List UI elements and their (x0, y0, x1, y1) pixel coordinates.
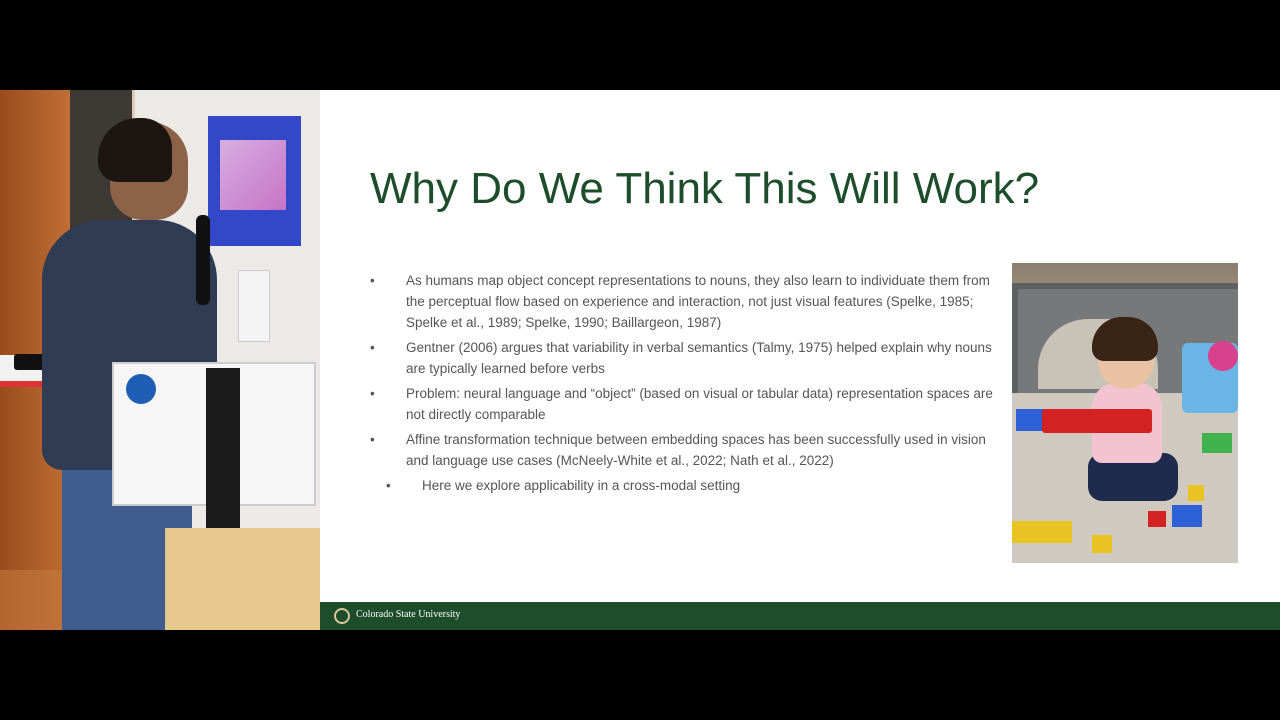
presenter-camera-feed (0, 90, 320, 630)
bullet-marker: • (370, 273, 375, 288)
bullet-text: Affine transformation technique between … (406, 432, 986, 468)
bullet-text: Problem: neural language and “object” (b… (406, 386, 993, 422)
poster-image (208, 116, 301, 246)
bullet-item: • Gentner (2006) argues that variability… (368, 337, 998, 379)
photo-block (1202, 433, 1232, 453)
child-with-blocks-photo (1012, 263, 1238, 563)
bullet-item: • Affine transformation technique betwee… (368, 429, 998, 471)
bullet-marker: • (370, 340, 375, 355)
bullet-text: Gentner (2006) argues that variability i… (406, 340, 992, 376)
bullet-text: Here we explore applicability in a cross… (422, 478, 741, 493)
photo-block (1188, 485, 1204, 501)
photo-block-row (1042, 409, 1152, 433)
presentation-slide: Why Do We Think This Will Work? • As hum… (320, 90, 1280, 630)
bullet-item: • Problem: neural language and “object” … (368, 383, 998, 425)
slide-title: Why Do We Think This Will Work? (370, 164, 1040, 213)
photo-block (1012, 521, 1072, 543)
poster-graphic (220, 140, 286, 210)
light-switch-image (238, 270, 270, 342)
lectern-pole-image (206, 368, 240, 528)
photo-toy-ball (1208, 341, 1238, 371)
footer-institution: Colorado State University (356, 609, 461, 620)
desk-image (165, 528, 320, 630)
photo-block (1148, 511, 1166, 527)
video-content: Why Do We Think This Will Work? • As hum… (0, 90, 1280, 630)
photo-block (1092, 535, 1112, 553)
university-logo-icon (334, 608, 350, 624)
bullet-item: • As humans map object concept represent… (368, 270, 998, 333)
bullet-marker: • (386, 478, 391, 493)
bullet-list: • As humans map object concept represent… (368, 270, 998, 500)
slide-footer: Colorado State University (320, 602, 1280, 630)
sub-bullet-item: • Here we explore applicability in a cro… (368, 475, 998, 496)
video-frame: Why Do We Think This Will Work? • As hum… (0, 0, 1280, 720)
lectern-logo-icon (126, 374, 156, 404)
microphone-image (196, 215, 210, 305)
bullet-marker: • (370, 432, 375, 447)
photo-block (1172, 505, 1202, 527)
bullet-marker: • (370, 386, 375, 401)
bullet-text: As humans map object concept representat… (406, 273, 990, 330)
